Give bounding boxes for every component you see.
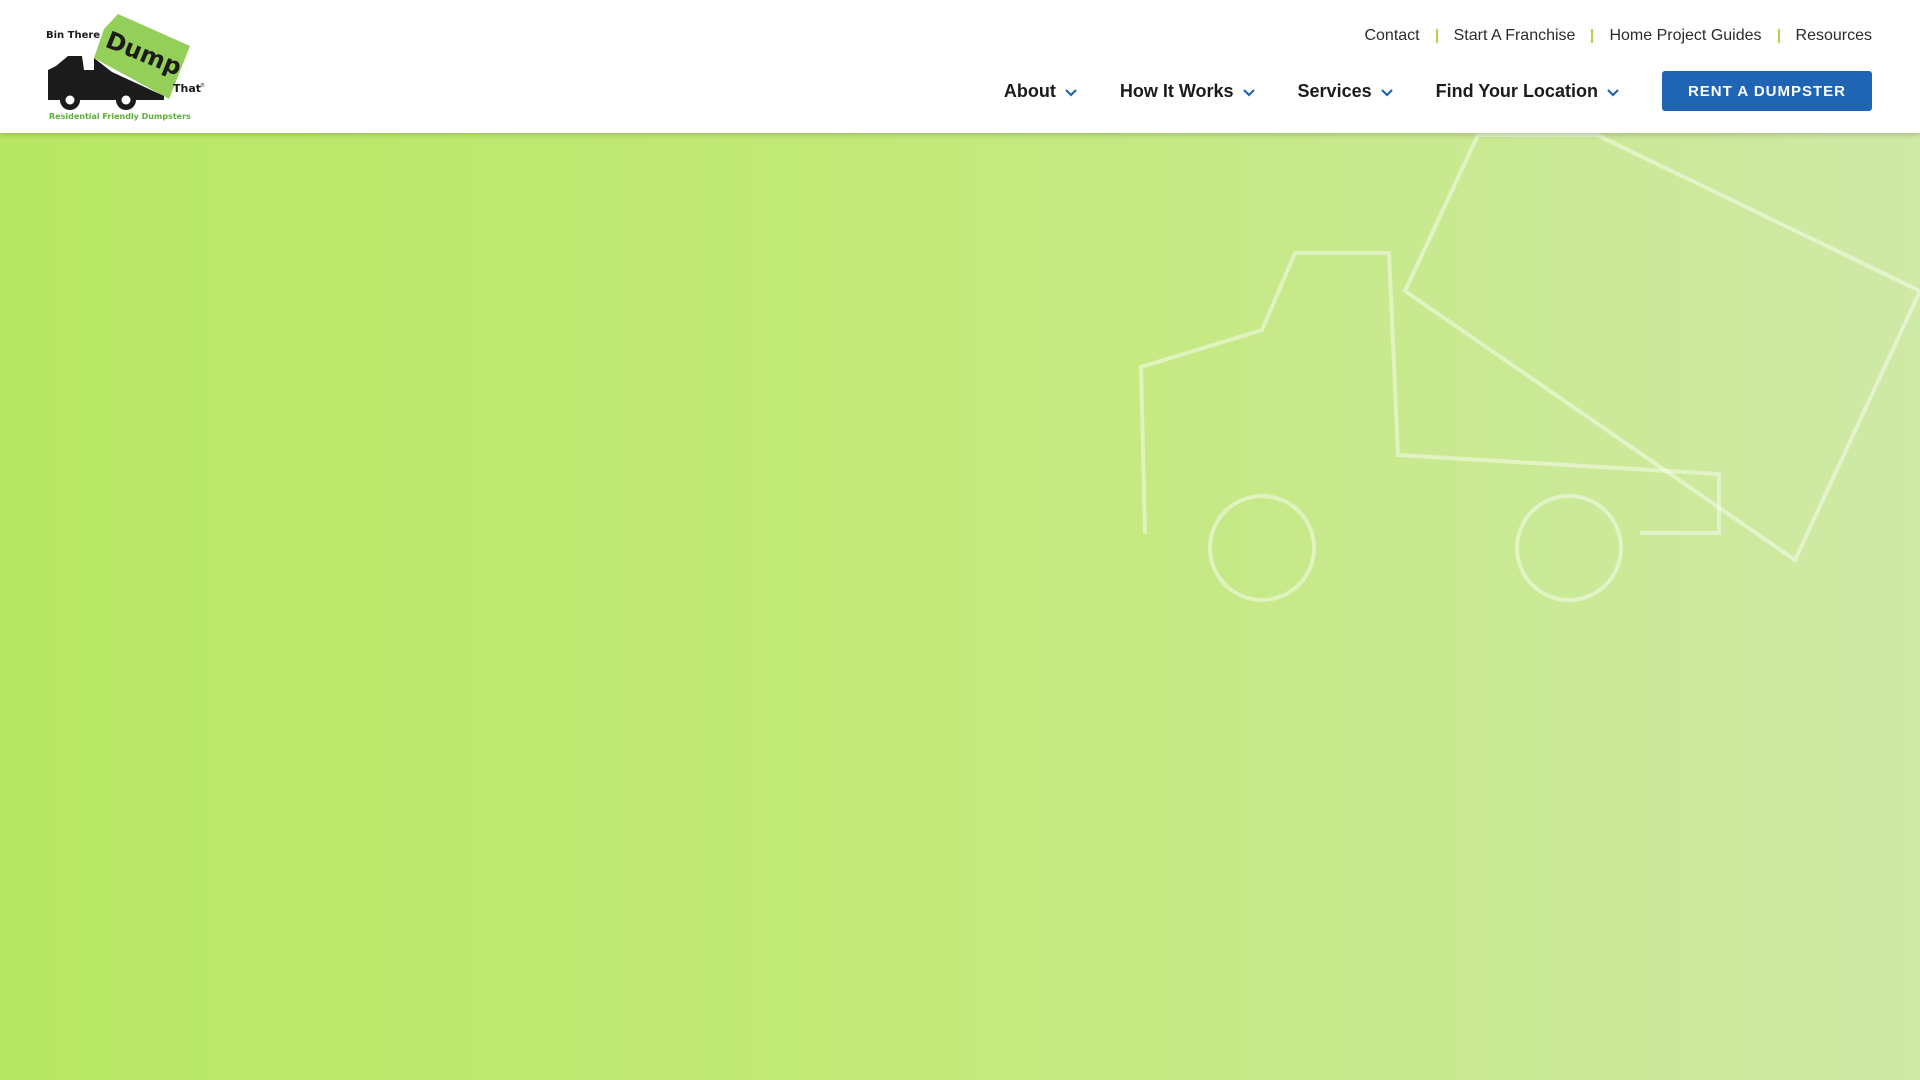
- nav-item-label: About: [1003, 81, 1056, 101]
- site-header: Bin There Dump That ® Residential Friend…: [0, 0, 1920, 133]
- nav-item-how-it-works[interactable]: How It Works: [1120, 71, 1256, 111]
- dump-truck-outline-icon: [1138, 133, 1920, 602]
- chevron-down-icon: [1380, 88, 1393, 97]
- nav-item-label: Find Your Location: [1435, 81, 1598, 101]
- chevron-down-icon: [1065, 88, 1077, 97]
- rent-a-dumpster-button[interactable]: RENT A DUMPSTER: [1661, 71, 1872, 111]
- utility-link-start-a-franchise[interactable]: Start A Franchise: [1454, 24, 1576, 48]
- nav-item-label: Services: [1297, 81, 1372, 101]
- logo-line1: Bin There: [46, 30, 100, 41]
- dump-truck-logo-icon: Bin There Dump That ® Residential Friend…: [46, 14, 205, 121]
- site-logo[interactable]: Bin There Dump That ® Residential Friend…: [46, 14, 208, 122]
- logo-tagline: Residential Friendly Dumpsters: [49, 112, 191, 121]
- chevron-down-icon: [1242, 88, 1255, 97]
- logo-word2: That: [173, 82, 201, 95]
- utility-link-contact[interactable]: Contact: [1364, 24, 1419, 48]
- main-nav: About How It Works Services Find Your Lo…: [1004, 71, 1872, 111]
- nav-item-services[interactable]: Services: [1298, 71, 1394, 111]
- hero-banner: [0, 133, 1920, 1080]
- utility-nav: Contact Start A Franchise Home Project G…: [1364, 24, 1872, 48]
- nav-item-find-your-location[interactable]: Find Your Location: [1436, 71, 1620, 111]
- utility-link-home-project-guides[interactable]: Home Project Guides: [1609, 24, 1761, 48]
- logo-trademark: ®: [200, 82, 205, 89]
- utility-separator: [1777, 29, 1780, 43]
- chevron-down-icon: [1607, 88, 1619, 97]
- utility-link-resources[interactable]: Resources: [1796, 24, 1872, 48]
- nav-item-about[interactable]: About: [1004, 71, 1078, 111]
- utility-separator: [1591, 29, 1594, 43]
- utility-separator: [1435, 29, 1438, 43]
- nav-item-label: How It Works: [1119, 81, 1234, 101]
